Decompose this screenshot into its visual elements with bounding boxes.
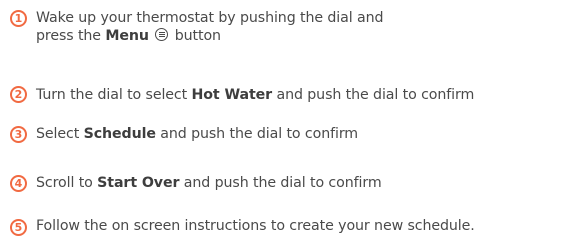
step-number-5: 5 [10,219,27,236]
step-number-2: 2 [10,86,27,103]
step-4-suffix: and push the dial to confirm [179,175,382,191]
menu-icon [155,28,169,41]
step-number-3: 3 [10,126,27,143]
step-3-text: Select Schedule and push the dial to con… [36,125,572,143]
step-1-line-1: Wake up your thermostat by pushing the d… [36,10,384,26]
hot-water-label: Hot Water [191,87,273,103]
schedule-label: Schedule [83,126,156,142]
step-number-4: 4 [10,175,27,192]
step-2-prefix: Turn the dial to select [36,87,192,103]
step-2-suffix: and push the dial to confirm [272,87,475,103]
step-5-text: Follow the on screen instructions to cre… [36,218,475,234]
step-3-suffix: and push the dial to confirm [155,126,359,142]
step-number-1: 1 [10,10,27,27]
start-over-label: Start Over [97,175,180,191]
step-4-prefix: Scroll to [36,175,98,191]
step-4-text: Scroll to Start Over and push the dial t… [36,174,572,192]
step-3-prefix: Select [36,126,84,142]
step-1-line-2: press the Menu button [36,27,572,45]
step-1-line-2-prefix: press the [36,28,106,44]
step-2-text: Turn the dial to select Hot Water and pu… [36,86,572,104]
menu-label: Menu [105,28,149,44]
step-1-line-2-suffix: button [174,28,221,44]
